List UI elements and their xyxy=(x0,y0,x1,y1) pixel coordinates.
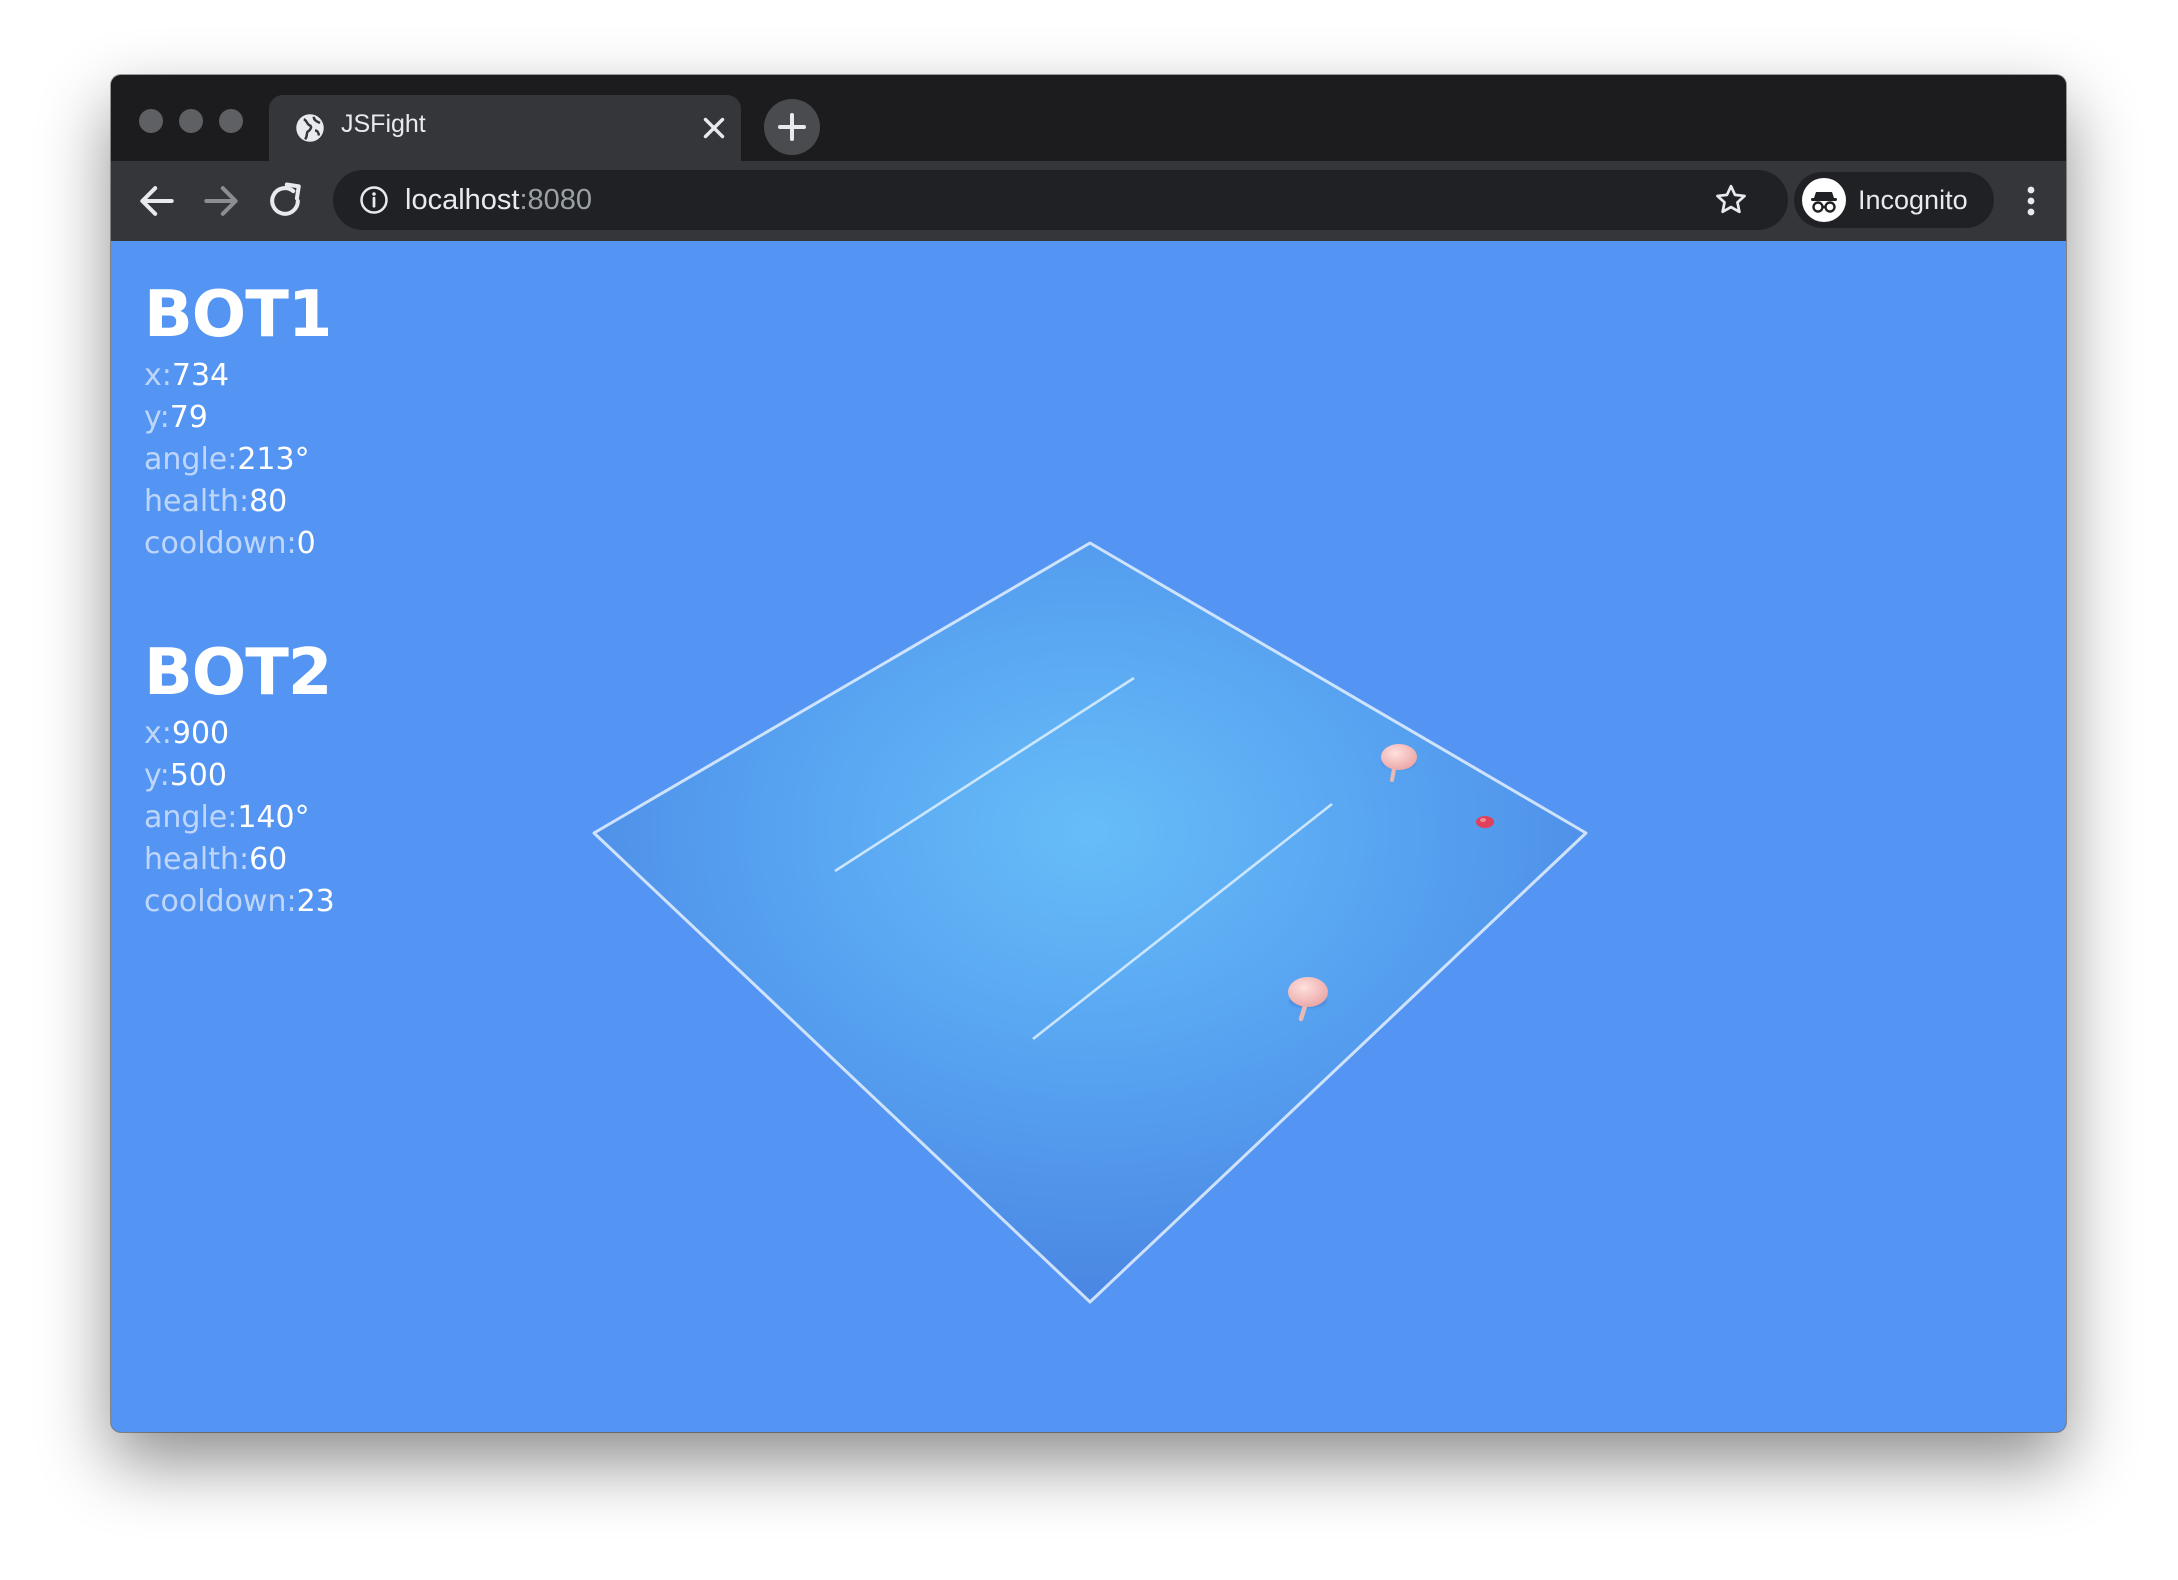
arena-floor xyxy=(594,543,1586,1302)
globe-icon xyxy=(296,114,324,142)
stat-label: health: xyxy=(144,484,250,519)
stat-label: health: xyxy=(144,842,250,877)
window-minimize-control[interactable] xyxy=(179,109,203,133)
stat-value: 80 xyxy=(249,484,288,519)
bot2-y-row: y:500 xyxy=(144,755,335,797)
url-text[interactable]: localhost:8080 xyxy=(405,184,592,217)
tab-title: JSFight xyxy=(341,110,426,138)
bot2-cooldown-row: cooldown:23 xyxy=(144,881,335,923)
title-bar: JSFight xyxy=(111,75,2066,161)
star-icon[interactable] xyxy=(1713,182,1749,218)
stat-value: 140° xyxy=(237,800,310,835)
stat-label: angle: xyxy=(144,800,238,835)
new-tab-button[interactable] xyxy=(764,99,820,155)
bot1-cooldown-row: cooldown:0 xyxy=(144,523,331,565)
bot1-x-row: x:734 xyxy=(144,355,331,397)
stat-value: 79 xyxy=(169,400,208,435)
bot1-angle-row: angle:213° xyxy=(144,439,331,481)
close-icon[interactable] xyxy=(697,111,731,145)
bot1-health-row: health:80 xyxy=(144,481,331,523)
bot2-title: BOT2 xyxy=(144,636,332,710)
tab-jsfight[interactable]: JSFight xyxy=(269,95,741,161)
reload-icon[interactable] xyxy=(263,179,307,223)
url-host: localhost xyxy=(405,184,520,216)
stat-value: 0 xyxy=(296,526,316,561)
bot1-title: BOT1 xyxy=(144,278,332,352)
address-bar[interactable]: localhost:8080 xyxy=(333,170,1788,230)
stat-label: angle: xyxy=(144,442,238,477)
stat-value: 23 xyxy=(296,884,335,919)
more-vert-icon[interactable] xyxy=(2016,181,2046,221)
stat-value: 60 xyxy=(249,842,288,877)
stat-label: x: xyxy=(144,716,172,751)
stat-label: cooldown: xyxy=(144,884,297,919)
stat-label: x: xyxy=(144,358,172,393)
stat-value: 500 xyxy=(169,758,227,793)
url-port: :8080 xyxy=(519,184,593,216)
window-close-control[interactable] xyxy=(139,109,163,133)
forward-arrow-icon[interactable] xyxy=(199,179,243,223)
incognito-profile-button[interactable]: Incognito xyxy=(1794,172,1994,228)
bullet xyxy=(1476,816,1494,828)
window-zoom-control[interactable] xyxy=(219,109,243,133)
avatar xyxy=(1802,178,1846,222)
profile-label: Incognito xyxy=(1858,185,1968,215)
info-icon[interactable] xyxy=(359,185,389,215)
bot2-stats-panel: BOT2 x:900 y:500 angle:140° health:60 co… xyxy=(144,637,335,923)
stat-label: y: xyxy=(144,758,170,793)
plus-icon xyxy=(778,113,806,141)
bot1-stats-panel: BOT1 x:734 y:79 angle:213° health:80 coo… xyxy=(144,278,332,565)
stat-value: 900 xyxy=(171,716,230,751)
game-canvas[interactable] xyxy=(111,241,2066,1432)
stat-value: 213° xyxy=(237,442,310,477)
stat-label: cooldown: xyxy=(144,526,297,561)
toolbar: localhost:8080 Incognito xyxy=(111,161,2066,241)
browser-window: JSFight localhost:8080 Incognito BOT1 x:… xyxy=(111,75,2066,1432)
bot2-x-row: x:900 xyxy=(144,713,335,755)
game-viewport: BOT1 x:734 y:79 angle:213° health:80 coo… xyxy=(111,241,2066,1432)
bot2-angle-row: angle:140° xyxy=(144,797,335,839)
bot2-health-row: health:60 xyxy=(144,839,335,881)
back-arrow-icon[interactable] xyxy=(135,179,179,223)
bot1-y-row: y:79 xyxy=(144,397,331,439)
stat-value: 734 xyxy=(171,358,230,393)
incognito-icon xyxy=(1811,192,1837,213)
stat-label: y: xyxy=(144,400,170,435)
